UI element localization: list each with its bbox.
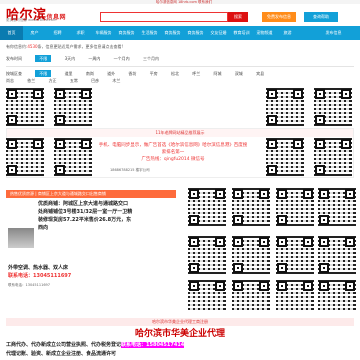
divider xyxy=(6,66,354,67)
qr-code-image[interactable] xyxy=(188,188,226,226)
qr-code-image[interactable] xyxy=(232,280,270,316)
nav-dating[interactable]: 交友征婚 xyxy=(207,26,230,40)
qr-code-image[interactable] xyxy=(276,280,314,316)
qr-code-image[interactable] xyxy=(232,188,270,226)
property-phone-small: 联系电话：13045111697 xyxy=(8,283,50,287)
search-input[interactable] xyxy=(100,12,228,22)
qr-code-image[interactable] xyxy=(266,138,304,176)
post-info-button[interactable]: 免费发布信息 xyxy=(262,12,296,22)
logo-slogan: 更实惠可信源 www.18hrb.com xyxy=(6,18,57,22)
nav-seek[interactable]: 求职 xyxy=(69,26,92,40)
nav-life[interactable]: 生活服务 xyxy=(138,26,161,40)
nav-house[interactable]: 房产 xyxy=(23,26,46,40)
agency-line-2: 代理记账、验资、新成立企业注册、食品流通许可 xyxy=(6,351,117,357)
agency-title: 哈尔滨市华美企业代理 xyxy=(134,329,225,339)
qr-code-image[interactable] xyxy=(276,236,314,274)
qr-code-image[interactable] xyxy=(188,236,226,274)
nav-business[interactable]: 商务服务 xyxy=(115,26,138,40)
nav-travel[interactable]: 旅游 xyxy=(276,26,299,40)
banner-phone: 18686788215 楼宇公司 xyxy=(110,168,150,172)
nav-jobs[interactable]: 招聘 xyxy=(46,26,69,40)
nav-business-3[interactable]: 商务服务 xyxy=(184,26,207,40)
top-bar-text[interactable]: 哈尔滨信息网 18hrb.com 联系我们 xyxy=(156,0,212,5)
property-ad-details: 外带空调、热水器、双人床 联系电话：13045111697 xyxy=(8,265,72,279)
property-photo[interactable] xyxy=(8,228,34,248)
nav-blank[interactable] xyxy=(299,26,322,40)
help-button[interactable]: 查询帮助 xyxy=(304,12,338,22)
agency-ad-header[interactable]: 哈尔滨市华美企业代理工商注册 xyxy=(6,318,354,326)
qr-code-image[interactable] xyxy=(54,88,92,126)
qr-code-image[interactable] xyxy=(318,236,356,274)
nav-cars[interactable]: 车辆服务 xyxy=(92,26,115,40)
banner-title: 11年老牌网站精品推荐展示 xyxy=(7,129,353,137)
nav-business-2[interactable]: 商务服务 xyxy=(161,26,184,40)
qr-code-image[interactable] xyxy=(314,88,352,126)
qr-code-image[interactable] xyxy=(188,280,226,316)
qr-code-image[interactable] xyxy=(314,138,352,176)
nav-pets[interactable]: 宠物频道 xyxy=(253,26,276,40)
nav-education[interactable]: 教育培训 xyxy=(230,26,253,40)
qr-code-image[interactable] xyxy=(54,138,92,176)
main-nav: 首页 房产 招聘 求职 车辆服务 商务服务 生活服务 商务服务 商务服务 交友征… xyxy=(0,26,360,40)
property-ad-header[interactable]: 热售优质房源 | 商铺区上京大道与通城路交口出售商铺 xyxy=(6,190,176,198)
qr-code-image[interactable] xyxy=(276,188,314,226)
nav-post[interactable]: 发布信息 xyxy=(322,26,345,40)
qr-code-image[interactable] xyxy=(6,88,44,126)
qr-code-image[interactable] xyxy=(318,280,356,316)
nav-home[interactable]: 首页 xyxy=(0,26,23,40)
search-button[interactable]: 搜索 xyxy=(228,12,248,22)
property-ad-text: 优质商铺：阿城区上京大道与通城路交口 处商铺铺位3号楼31/32层一室一厅一卫精… xyxy=(38,201,133,231)
qr-code-image[interactable] xyxy=(232,236,270,274)
agency-line-1: 工商代办、代办新成立公司营业执照、代办税务登记联系电话：15804517414 xyxy=(6,342,185,348)
qr-code-image[interactable] xyxy=(318,188,356,226)
info-count: 有你信息约:4530条，信息更贴近用户需求，更多信息请点击查看! xyxy=(6,44,124,49)
qr-code-image[interactable] xyxy=(6,138,44,176)
qr-code-image[interactable] xyxy=(266,88,304,126)
banner-ad-text: 手机、电脑同步显示，做广告首选《哈尔滨信息网》哈尔滨信息港》百度搜索排名第一 广… xyxy=(98,143,248,162)
